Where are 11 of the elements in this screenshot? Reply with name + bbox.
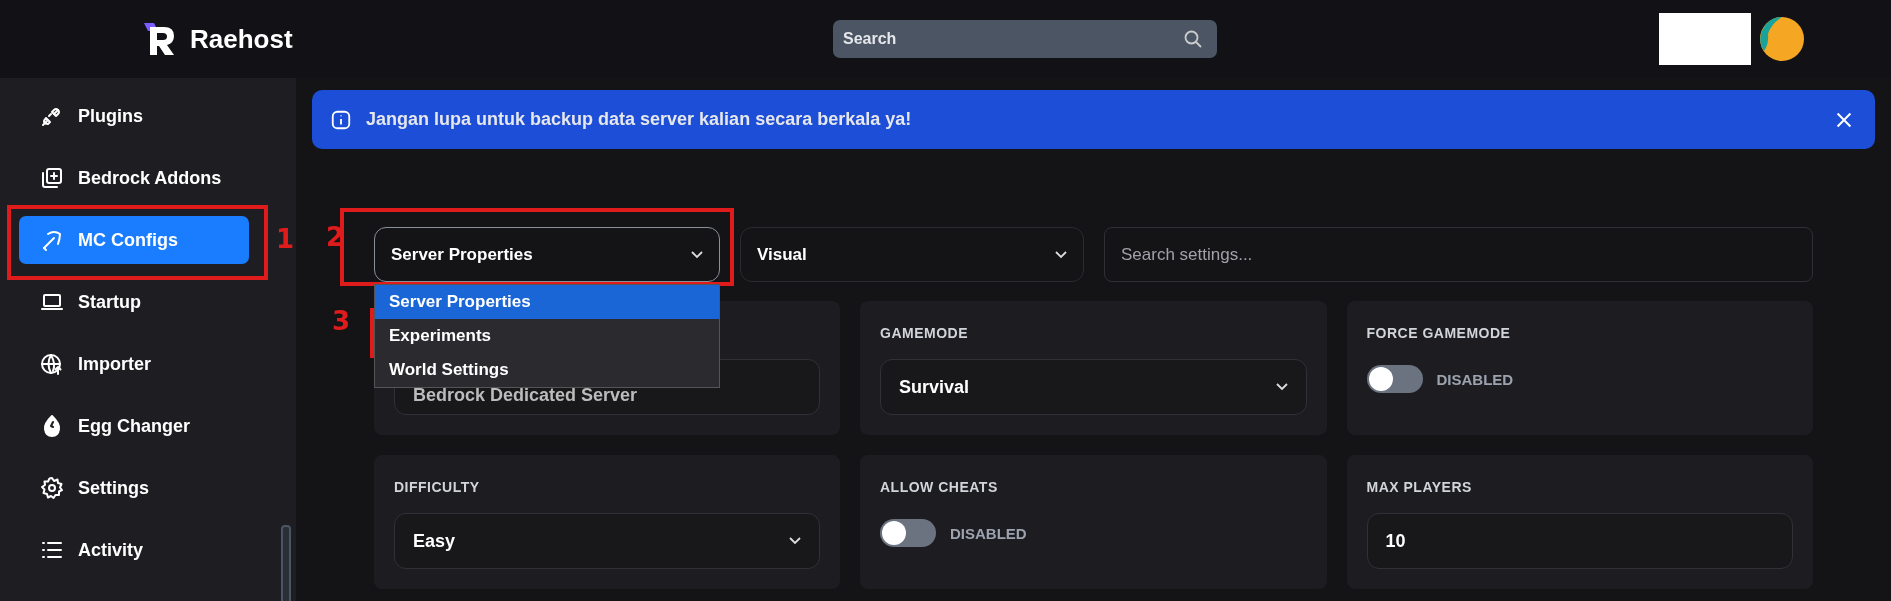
setting-label: GAMEMODE	[880, 325, 969, 341]
annotation-number: 1	[276, 226, 295, 252]
notice-text: Jangan lupa untuk backup data server kalian secara berkala ya!	[366, 109, 912, 130]
brand-name: Raehost	[190, 23, 293, 55]
setting-label: DIFFICULTY	[394, 479, 481, 495]
toggle-state: DISABLED	[1436, 370, 1514, 388]
setting-label: ALLOW CHEATS	[880, 479, 999, 495]
setting-label: MAX PLAYERS	[1366, 479, 1473, 495]
setting-label: FORCE GAMEMODE	[1366, 325, 1512, 341]
annotation-number: 3	[332, 308, 351, 334]
toggle-state: DISABLED	[950, 524, 1027, 542]
